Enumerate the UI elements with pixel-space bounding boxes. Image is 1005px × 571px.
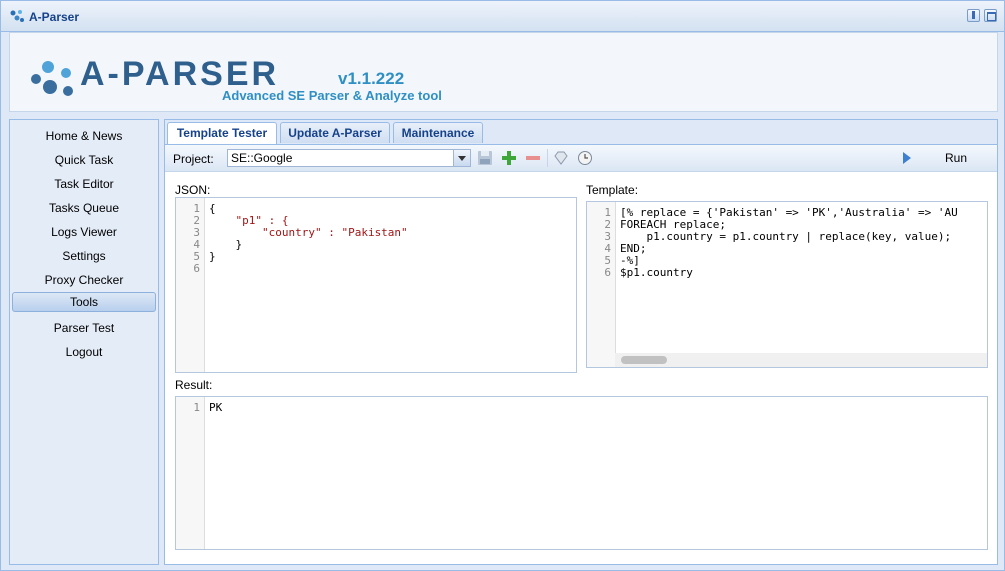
sidebar-item-tasks-queue[interactable]: Tasks Queue [12,198,156,218]
line-number: 6 [604,266,611,279]
chevron-down-icon[interactable] [453,150,470,166]
json-editor[interactable]: 1 2 3 4 5 6 { "p1" : { "country" : "Paki… [175,197,577,373]
tab-update-a-parser[interactable]: Update A-Parser [280,122,390,143]
tab-maintenance[interactable]: Maintenance [393,122,483,143]
line-number: 6 [193,262,200,275]
scrollbar-thumb[interactable] [621,356,667,364]
code-line: p1.country = p1.country | replace(key, v… [620,230,952,243]
svg-text:v1.1.222: v1.1.222 [338,69,404,88]
app-logo-icon [10,10,24,22]
tab-template-tester[interactable]: Template Tester [167,122,277,144]
result-editor[interactable]: 1 PK [175,396,988,550]
sidebar-item-quick-task[interactable]: Quick Task [12,150,156,170]
project-select-value: SE::Google [231,151,293,165]
template-gutter: 1 2 3 4 5 6 [587,202,616,367]
run-label: Run [945,151,968,165]
pin-button[interactable] [967,9,980,22]
clock-icon[interactable] [577,150,593,166]
run-button[interactable]: Run [899,148,989,168]
sidebar-item-logs-viewer[interactable]: Logs Viewer [12,222,156,242]
title-bar: A-Parser [1,1,1004,32]
result-gutter: 1 [176,397,205,549]
toolbar: Project: SE::Google Run [165,145,997,172]
json-gutter: 1 2 3 4 5 6 [176,198,205,372]
sidebar-item-tools[interactable]: Tools [12,292,156,312]
json-label: JSON: [175,183,211,197]
maximize-button[interactable] [984,9,997,22]
play-icon [903,152,911,164]
sidebar-item-task-editor[interactable]: Task Editor [12,174,156,194]
main-panel: Template Tester Update A-Parser Maintena… [164,119,998,565]
app-header: A-PARSER v1.1.222 Advanced SE Parser & A… [9,32,998,112]
toolbar-separator [547,149,548,167]
sidebar-item-settings[interactable]: Settings [12,246,156,266]
diamond-icon[interactable] [553,150,569,166]
remove-icon[interactable] [525,150,541,166]
template-editor[interactable]: 1 2 3 4 5 6 [% replace = {'Pakistan' => … [586,201,988,368]
sidebar-item-proxy-checker[interactable]: Proxy Checker [12,270,156,290]
sidebar-item-logout[interactable]: Logout [12,342,156,362]
code-line: $p1.country [620,266,693,279]
sidebar-item-home-news[interactable]: Home & News [12,126,156,146]
result-label: Result: [175,378,213,392]
sidebar-nav: Home & News Quick Task Task Editor Tasks… [9,119,159,565]
save-icon[interactable] [477,150,493,166]
a-parser-logo: A-PARSER v1.1.222 Advanced SE Parser & A… [31,55,442,103]
add-icon[interactable] [501,150,517,166]
template-label: Template: [586,183,639,197]
project-select[interactable]: SE::Google [227,149,471,167]
tab-strip: Template Tester Update A-Parser Maintena… [165,120,997,145]
code-line: PK [209,401,223,414]
project-label: Project: [173,152,214,166]
code-line: } [209,250,216,263]
sidebar-item-parser-test[interactable]: Parser Test [12,318,156,338]
window-title: A-Parser [29,10,80,24]
svg-text:Advanced SE Parser & Analyze t: Advanced SE Parser & Analyze tool [222,88,442,103]
line-number: 1 [193,401,200,414]
app-window: A-Parser A-PARSER v1.1.222 Advanced SE P… [0,0,1005,571]
horizontal-scrollbar[interactable] [615,353,987,367]
